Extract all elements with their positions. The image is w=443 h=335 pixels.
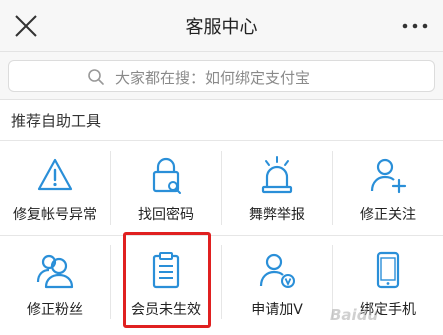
more-button[interactable]	[395, 14, 435, 38]
siren-icon	[261, 156, 293, 194]
highlight-box	[123, 232, 211, 328]
tool-label: 申请加V	[251, 302, 303, 318]
tool-label: 舞弊举报	[249, 207, 305, 223]
phone-icon	[376, 251, 400, 289]
tool-label: 修正粉丝	[27, 302, 83, 318]
tool-recover-password[interactable]: 找回密码	[111, 141, 221, 235]
tool-fix-fans[interactable]: 修正粉丝	[0, 236, 110, 330]
page-title: 客服中心	[185, 17, 258, 38]
search-input[interactable]: 大家都在搜：如何绑定支付宝	[8, 60, 435, 92]
tool-label: 找回密码	[138, 207, 194, 223]
tool-fix-account[interactable]: 修复帐号异常	[0, 141, 110, 235]
watermark-text: Baidu	[330, 306, 379, 324]
tool-apply-verified[interactable]: 申请加V	[222, 236, 332, 330]
tool-fraud-report[interactable]: 舞弊举报	[222, 141, 332, 235]
divider	[0, 99, 443, 100]
search-bar: 大家都在搜：如何绑定支付宝	[0, 52, 443, 99]
user-add-icon	[370, 158, 407, 194]
user-verified-icon	[259, 253, 295, 288]
top-bar: 客服中心	[0, 0, 443, 52]
warning-icon	[37, 158, 73, 191]
search-placeholder: 大家都在搜：如何绑定支付宝	[115, 69, 311, 87]
tool-label: 修复帐号异常	[13, 207, 97, 223]
tool-label: 修正关注	[360, 207, 416, 223]
more-icon	[402, 23, 428, 29]
search-icon	[88, 69, 104, 85]
section-title: 推荐自助工具	[11, 112, 102, 130]
lock-icon	[152, 157, 181, 194]
tool-fix-following[interactable]: 修正关注	[333, 141, 443, 235]
users-icon	[36, 254, 74, 289]
